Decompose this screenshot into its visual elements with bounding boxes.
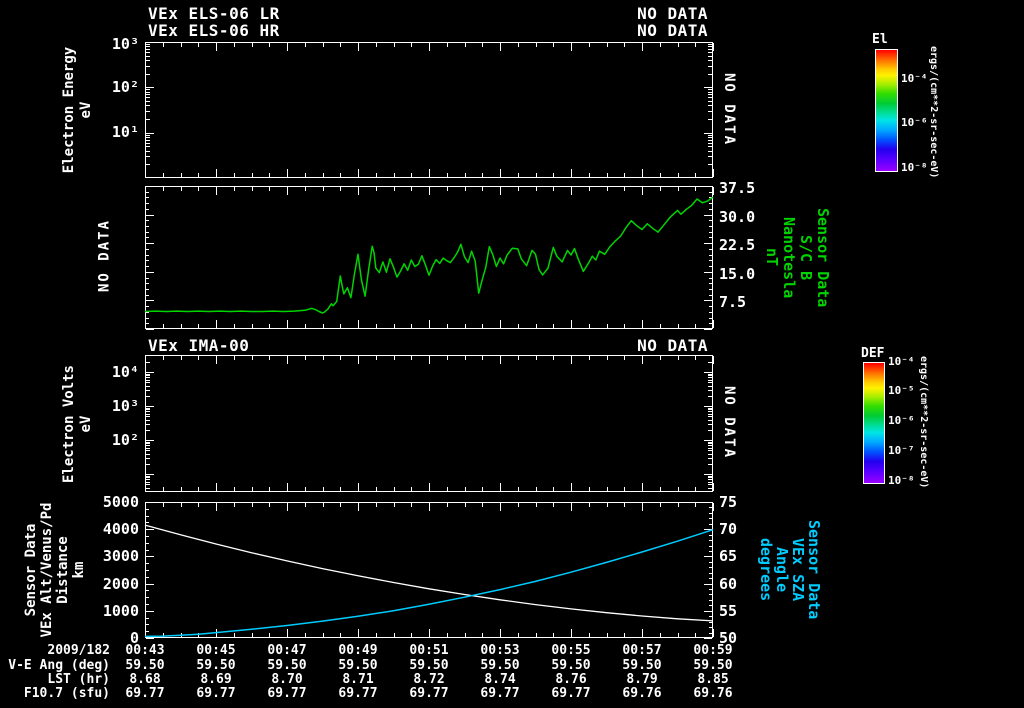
panel4-ytick-1000: 1000 — [102, 602, 139, 620]
table-cell: 8.70 — [271, 672, 303, 687]
panel3-ytick-1k: 10³ — [111, 397, 139, 415]
panel4-ytick-60: 60 — [719, 575, 738, 593]
colorbar-el-tick-label: 10⁻⁸ — [901, 160, 928, 174]
time-tick-label: 00:59 — [693, 643, 733, 658]
colorbar-el-tick-label: 10⁻⁶ — [901, 116, 928, 130]
time-tick-label: 00:53 — [480, 643, 520, 658]
colorbar-def-title: DEF — [861, 346, 885, 361]
panel2-ytick-30: 30.0 — [719, 208, 756, 226]
panel2-ytick-7.5: 7.5 — [719, 293, 747, 311]
table-cell: 8.72 — [413, 672, 445, 687]
colorbar-def-tick-label: 10⁻⁶ — [888, 414, 915, 428]
table-cell: 69.77 — [409, 686, 449, 701]
panel4-ytick-75: 75 — [719, 493, 738, 511]
vex-quicklook-display: VEx ELS-06 LR NO DATA VEx ELS-06 HR NO D… — [0, 0, 1024, 708]
table-cell: 69.76 — [693, 686, 733, 701]
table-cell: 69.76 — [622, 686, 662, 701]
table-row-label: LST (hr) — [47, 672, 110, 687]
time-tick-label: 00:45 — [196, 643, 236, 658]
colorbar-el-gradient — [876, 50, 897, 171]
colorbar-def-unit: ergs/(cm**2-sr-sec-eV) — [918, 356, 929, 489]
table-cell: 69.77 — [125, 686, 165, 701]
table-cell: 69.77 — [196, 686, 236, 701]
colorbar-def-tick-label: 10⁻⁵ — [888, 384, 915, 398]
table-cell: 69.77 — [480, 686, 520, 701]
colorbar-el — [875, 49, 898, 172]
colorbar-def — [863, 362, 885, 484]
colorbar-el-unit: ergs/(cm**2-sr-sec-eV) — [928, 46, 939, 179]
panel2-ytick-22.5: 22.5 — [719, 236, 756, 254]
panel1-status-hr: NO DATA — [637, 21, 708, 40]
panel3-status: NO DATA — [637, 336, 708, 355]
time-tick-label: 00:49 — [338, 643, 378, 658]
colorbar-el-tick-label: 10⁻⁴ — [901, 72, 928, 85]
colorbar-def-tick-label: 10⁻⁸ — [888, 474, 915, 488]
panel1-right-status: NO DATA — [721, 73, 737, 147]
panel2-left-status: NO DATA — [96, 219, 113, 293]
colorbar-def-tick-label: 10⁻⁷ — [888, 444, 915, 458]
panel4-ytick-3000: 3000 — [102, 547, 139, 565]
panel1-ytick-1000: 10³ — [111, 35, 139, 53]
colorbar-def-tick-label: 10⁻⁴ — [888, 355, 915, 368]
panel3-ytick-100: 10² — [111, 431, 139, 449]
table-cell: 8.71 — [342, 672, 374, 687]
colorbar-el-title: El — [872, 32, 888, 47]
table-cell: 59.50 — [125, 658, 165, 673]
table-row-label: V-E Ang (deg) — [8, 658, 110, 673]
table-row-label: F10.7 (sfu) — [23, 686, 110, 701]
panel1-title-hr: VEx ELS-06 HR — [148, 21, 280, 40]
panel2-ytick-37.5: 37.5 — [719, 179, 756, 197]
panel4-ytick-5000: 5000 — [102, 493, 139, 511]
table-cell: 8.68 — [129, 672, 161, 687]
xaxis-date-label: 2009/182 — [47, 643, 110, 658]
time-tick-label: 00:55 — [551, 643, 591, 658]
time-tick-label: 00:57 — [622, 643, 662, 658]
panel1-ylabel: Electron Energy eV — [61, 46, 94, 174]
panel4-ytick-70: 70 — [719, 520, 738, 538]
panel3-right-status: NO DATA — [721, 386, 737, 460]
table-cell: 59.50 — [409, 658, 449, 673]
table-cell: 8.74 — [484, 672, 516, 687]
table-cell: 59.50 — [196, 658, 236, 673]
time-tick-label: 00:47 — [267, 643, 307, 658]
table-cell: 69.77 — [551, 686, 591, 701]
colorbar-def-gradient — [864, 363, 884, 483]
table-cell: 59.50 — [480, 658, 520, 673]
panel2-ytick-15: 15.0 — [719, 265, 756, 283]
panel1-ytick-100: 10² — [111, 78, 139, 96]
panel4-ytick-4000: 4000 — [102, 520, 139, 538]
table-cell: 59.50 — [338, 658, 378, 673]
table-cell: 59.50 — [551, 658, 591, 673]
table-cell: 8.85 — [697, 672, 729, 687]
panel4-right-label: Sensor Data VEx SZA Angle degrees — [757, 520, 823, 620]
table-cell: 8.76 — [555, 672, 587, 687]
panel4-ytick-2000: 2000 — [102, 575, 139, 593]
table-cell: 59.50 — [622, 658, 662, 673]
time-tick-label: 00:51 — [409, 643, 449, 658]
table-cell: 69.77 — [338, 686, 378, 701]
table-cell: 8.79 — [626, 672, 658, 687]
panel3-ytick-10k: 10⁴ — [111, 363, 139, 381]
table-cell: 69.77 — [267, 686, 307, 701]
panel4-ytick-55: 55 — [719, 602, 738, 620]
panel1-ytick-10: 10¹ — [111, 123, 139, 141]
panel2-right-label: Sensor Data S/C B Nanotesla nT — [763, 207, 832, 308]
time-tick-label: 00:43 — [125, 643, 165, 658]
table-cell: 59.50 — [267, 658, 307, 673]
panel3-title: VEx IMA-00 — [148, 336, 250, 355]
table-cell: 8.69 — [200, 672, 232, 687]
table-cell: 59.50 — [693, 658, 733, 673]
panel4-ytick-65: 65 — [719, 547, 738, 565]
